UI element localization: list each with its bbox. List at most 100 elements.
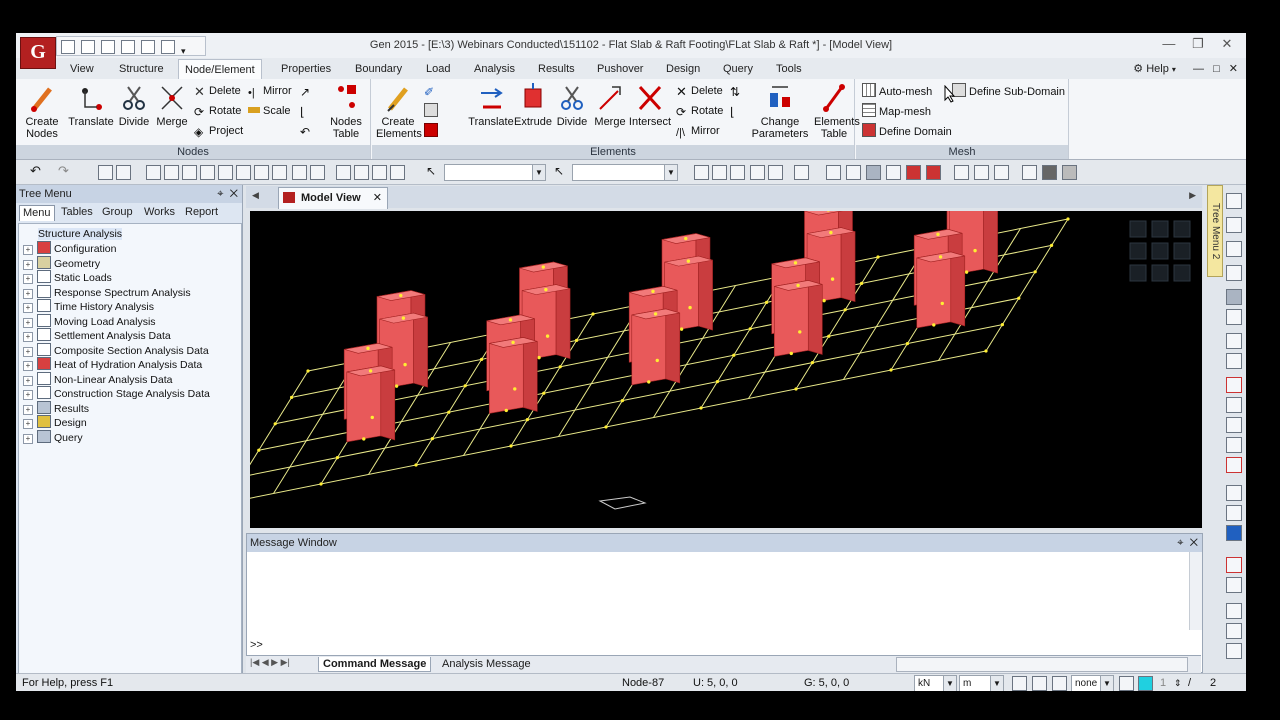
- tree-menu-2-tab[interactable]: Tree Menu 2: [1207, 185, 1223, 277]
- node-tool-2-icon[interactable]: ⌊: [300, 103, 314, 119]
- app-logo[interactable]: G: [20, 37, 56, 69]
- nodes-table-button[interactable]: Nodes Table: [326, 83, 366, 140]
- dock-tool-5-icon[interactable]: [1226, 289, 1242, 305]
- expand-icon[interactable]: +: [23, 375, 33, 386]
- help-menu[interactable]: ⚙ Help ▾ — □ ✕: [1133, 62, 1238, 75]
- tree-tab-menu[interactable]: Menu: [19, 205, 55, 221]
- expand-icon[interactable]: +: [23, 259, 33, 270]
- view-tool-13-icon[interactable]: [954, 165, 969, 180]
- selection-filter-dropdown[interactable]: ▼: [444, 164, 546, 181]
- close-icon[interactable]: ✕: [230, 188, 238, 200]
- play-icon[interactable]: [1052, 676, 1067, 691]
- tree-item-configuration[interactable]: + Configuration: [23, 241, 116, 255]
- dock-tool-9-icon[interactable]: [1226, 377, 1242, 393]
- tree-item-construction-stage[interactable]: + Construction Stage Analysis Data: [23, 386, 210, 400]
- page-spinner-icon[interactable]: ⇕: [1174, 676, 1182, 690]
- merge-elements-button[interactable]: Merge: [592, 83, 628, 128]
- toolbar-tool-9-icon[interactable]: [254, 165, 269, 180]
- divide-elements-button[interactable]: Divide: [554, 83, 590, 128]
- expand-icon[interactable]: +: [23, 245, 33, 255]
- view-tool-1-icon[interactable]: [694, 165, 709, 180]
- extrude-button[interactable]: Extrude: [514, 83, 552, 128]
- tree-item-heat-of-hydration[interactable]: + Heat of Hydration Analysis Data: [23, 357, 202, 371]
- tree-tab-works[interactable]: Works: [144, 205, 175, 220]
- view-cube-cell[interactable]: [1151, 264, 1169, 282]
- view-cube-cell[interactable]: [1173, 242, 1191, 260]
- view-cube-cell[interactable]: [1173, 264, 1191, 282]
- tab-pushover[interactable]: Pushover: [597, 61, 643, 78]
- view-cube-cell[interactable]: [1151, 242, 1169, 260]
- expand-icon[interactable]: +: [23, 433, 33, 444]
- toolbar-tool-16-icon[interactable]: [390, 165, 405, 180]
- dock-tool-6-icon[interactable]: [1226, 309, 1242, 325]
- define-domain-button[interactable]: Define Domain: [862, 123, 952, 139]
- select-cursor-icon[interactable]: ↖: [426, 165, 439, 178]
- ribbon-minimize-icon[interactable]: —: [1193, 63, 1204, 75]
- element-tool-3-icon[interactable]: [424, 123, 438, 139]
- tab-boundary[interactable]: Boundary: [355, 61, 402, 78]
- expand-icon[interactable]: +: [23, 274, 33, 284]
- tree-item-response-spectrum[interactable]: + Response Spectrum Analysis: [23, 284, 191, 299]
- view-tool-7-icon[interactable]: [826, 165, 841, 180]
- dock-tool-2-icon[interactable]: [1226, 217, 1242, 233]
- length-unit-dropdown[interactable]: m ▼: [959, 675, 1004, 691]
- message-tab-nav-icon[interactable]: |◀ ◀ ▶ ▶|: [250, 657, 290, 668]
- rotate-view-icon[interactable]: [1226, 505, 1242, 521]
- expand-icon[interactable]: +: [23, 419, 33, 429]
- map-mesh-button[interactable]: Map-mesh: [862, 103, 931, 119]
- tab-command-message[interactable]: Command Message: [318, 657, 432, 672]
- element-tool-2-icon[interactable]: [424, 103, 438, 119]
- change-parameters-button[interactable]: Change Parameters: [750, 83, 810, 140]
- view-tool-8-icon[interactable]: [846, 165, 861, 180]
- scale-nodes-button[interactable]: Scale: [248, 103, 291, 119]
- tab-tools[interactable]: Tools: [776, 61, 802, 78]
- ribbon-restore-icon[interactable]: □: [1213, 63, 1220, 75]
- delete-elements-button[interactable]: ✕ Delete: [676, 83, 723, 99]
- toolbar-tool-15-icon[interactable]: [372, 165, 387, 180]
- view-tool-17-icon[interactable]: [1042, 165, 1057, 180]
- tree-item-settlement[interactable]: + Settlement Analysis Data: [23, 328, 171, 342]
- toolbar-tool-7-icon[interactable]: [218, 165, 233, 180]
- tab-node-element[interactable]: Node/Element: [178, 59, 262, 80]
- snap-icon[interactable]: [1012, 676, 1027, 691]
- message-scrollbar[interactable]: [1189, 552, 1202, 630]
- view-tool-18-icon[interactable]: [1062, 165, 1077, 180]
- view-tool-6-icon[interactable]: [794, 165, 809, 180]
- toolbar-tool-2-icon[interactable]: [116, 165, 131, 180]
- close-button[interactable]: ✕: [1214, 36, 1240, 52]
- expand-icon[interactable]: +: [23, 288, 33, 299]
- divide-nodes-button[interactable]: Divide: [116, 83, 152, 128]
- view-cube-cell[interactable]: [1129, 242, 1147, 260]
- view-cube-cell[interactable]: [1129, 264, 1147, 282]
- dock-tool-10-icon[interactable]: [1226, 557, 1242, 573]
- view-tool-14-icon[interactable]: [974, 165, 989, 180]
- tree-root[interactable]: Structure Analysis: [23, 227, 123, 241]
- translate-elements-button[interactable]: Translate: [468, 83, 514, 128]
- view-cube-cell[interactable]: [1173, 220, 1191, 238]
- view-tool-12-icon[interactable]: [926, 165, 941, 180]
- expand-icon[interactable]: +: [23, 317, 33, 328]
- expand-icon[interactable]: +: [23, 346, 33, 357]
- merge-nodes-button[interactable]: Merge: [154, 83, 190, 128]
- tree-tab-report[interactable]: Report: [185, 205, 218, 220]
- node-tool-3-icon[interactable]: ↶: [300, 123, 314, 139]
- search-icon[interactable]: [1226, 485, 1242, 501]
- tab-analysis[interactable]: Analysis: [474, 61, 515, 78]
- toolbar-tool-8-icon[interactable]: [236, 165, 251, 180]
- toolbar-tool-3-icon[interactable]: [146, 165, 161, 180]
- dock-tool-14-icon[interactable]: [1226, 643, 1242, 659]
- toolbar-tool-12-icon[interactable]: [310, 165, 325, 180]
- elements-table-button[interactable]: Elements Table: [814, 83, 860, 140]
- delete-nodes-button[interactable]: ✕ Delete: [194, 83, 241, 99]
- tab-view[interactable]: View: [70, 61, 94, 78]
- model-viewport[interactable]: [248, 209, 1204, 530]
- view-tool-5-icon[interactable]: [768, 165, 783, 180]
- view-tool-15-icon[interactable]: [994, 165, 1009, 180]
- element-tool-4-icon[interactable]: ⇅: [730, 83, 744, 99]
- expand-icon[interactable]: +: [23, 390, 33, 400]
- translate-nodes-button[interactable]: Translate: [68, 83, 114, 128]
- tab-properties[interactable]: Properties: [281, 61, 331, 78]
- element-tool-1-icon[interactable]: ✐: [424, 83, 438, 99]
- tree-item-composite-section[interactable]: + Composite Section Analysis Data: [23, 342, 209, 357]
- close-tab-icon[interactable]: ✕: [373, 188, 382, 208]
